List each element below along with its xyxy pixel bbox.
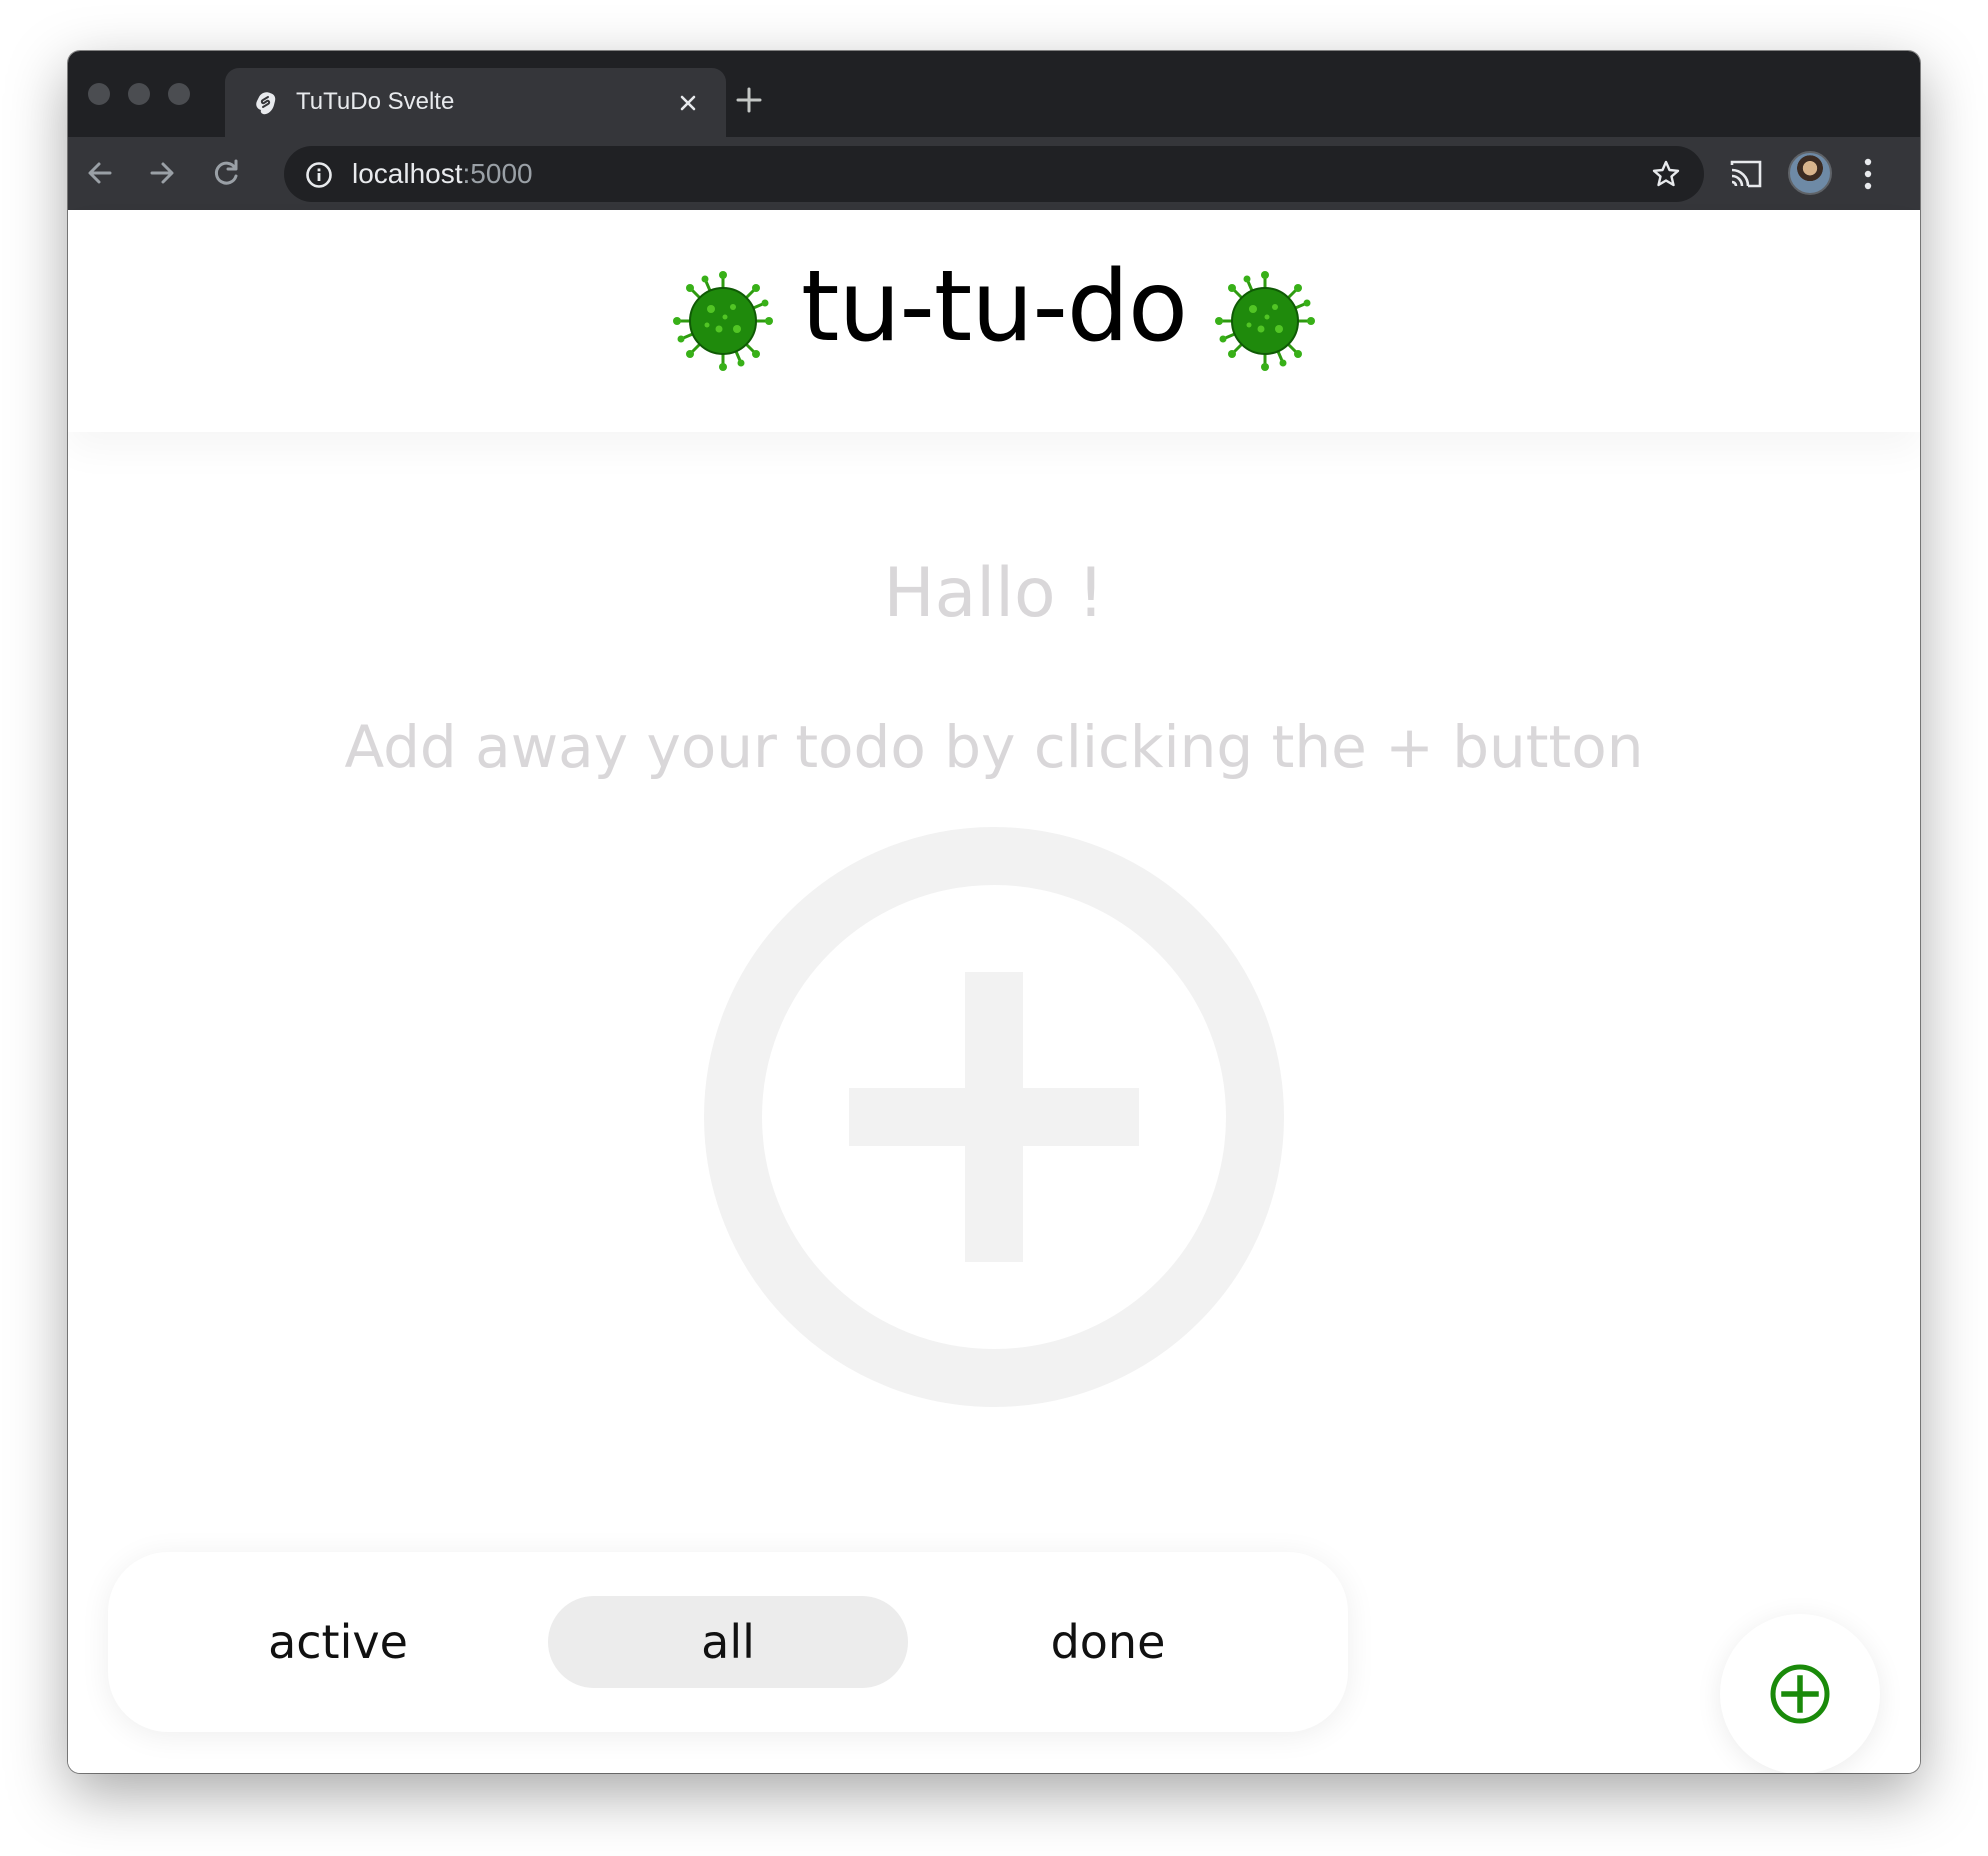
kebab-menu-icon[interactable]	[1862, 155, 1874, 193]
add-todo-button[interactable]	[1720, 1614, 1880, 1773]
browser-window: TuTuDo Svelte localhost:5000 tu-tu-do Ha…	[68, 51, 1920, 1773]
browser-toolbar: localhost:5000	[68, 137, 1920, 210]
filter-active[interactable]: active	[218, 1596, 458, 1688]
greeting-text: Hallo !	[883, 554, 1105, 633]
tab-title: TuTuDo Svelte	[296, 88, 455, 115]
url-port: :5000	[462, 158, 533, 189]
browser-tab[interactable]: TuTuDo Svelte	[225, 68, 726, 137]
app-page: tu-tu-do Hallo ! Add away your todo by c…	[68, 210, 1920, 1773]
profile-avatar[interactable]	[1788, 151, 1832, 195]
app-title: tu-tu-do	[801, 250, 1188, 364]
forward-arrow-icon[interactable]	[144, 155, 180, 191]
url-host: localhost	[352, 158, 463, 189]
url-text: localhost:5000	[352, 158, 533, 190]
close-icon[interactable]	[673, 88, 703, 118]
filter-bar: active all done	[108, 1552, 1348, 1732]
cast-icon[interactable]	[1728, 157, 1764, 191]
back-arrow-icon[interactable]	[82, 155, 118, 191]
address-bar[interactable]: localhost:5000	[284, 146, 1704, 202]
filter-done[interactable]: done	[988, 1596, 1228, 1688]
add-circle-icon[interactable]	[704, 827, 1284, 1407]
add-circle-icon	[1770, 1664, 1830, 1724]
bookmark-star-icon[interactable]	[1650, 158, 1682, 190]
app-header: tu-tu-do	[68, 210, 1920, 432]
info-icon[interactable]	[304, 160, 334, 190]
tab-strip: TuTuDo Svelte	[68, 51, 1920, 137]
window-close-button[interactable]	[88, 83, 110, 105]
filter-all[interactable]: all	[548, 1596, 908, 1688]
reload-icon[interactable]	[208, 155, 244, 191]
empty-state-hint: Add away your todo by clicking the + but…	[344, 713, 1644, 781]
virus-icon	[1214, 271, 1315, 371]
window-minimize-button[interactable]	[128, 83, 150, 105]
virus-icon	[673, 271, 774, 371]
svelte-logo-icon	[256, 92, 276, 115]
plus-icon[interactable]	[732, 83, 766, 117]
window-zoom-button[interactable]	[168, 83, 190, 105]
screenshot-stage: TuTuDo Svelte localhost:5000 tu-tu-do Ha…	[0, 0, 1988, 1856]
